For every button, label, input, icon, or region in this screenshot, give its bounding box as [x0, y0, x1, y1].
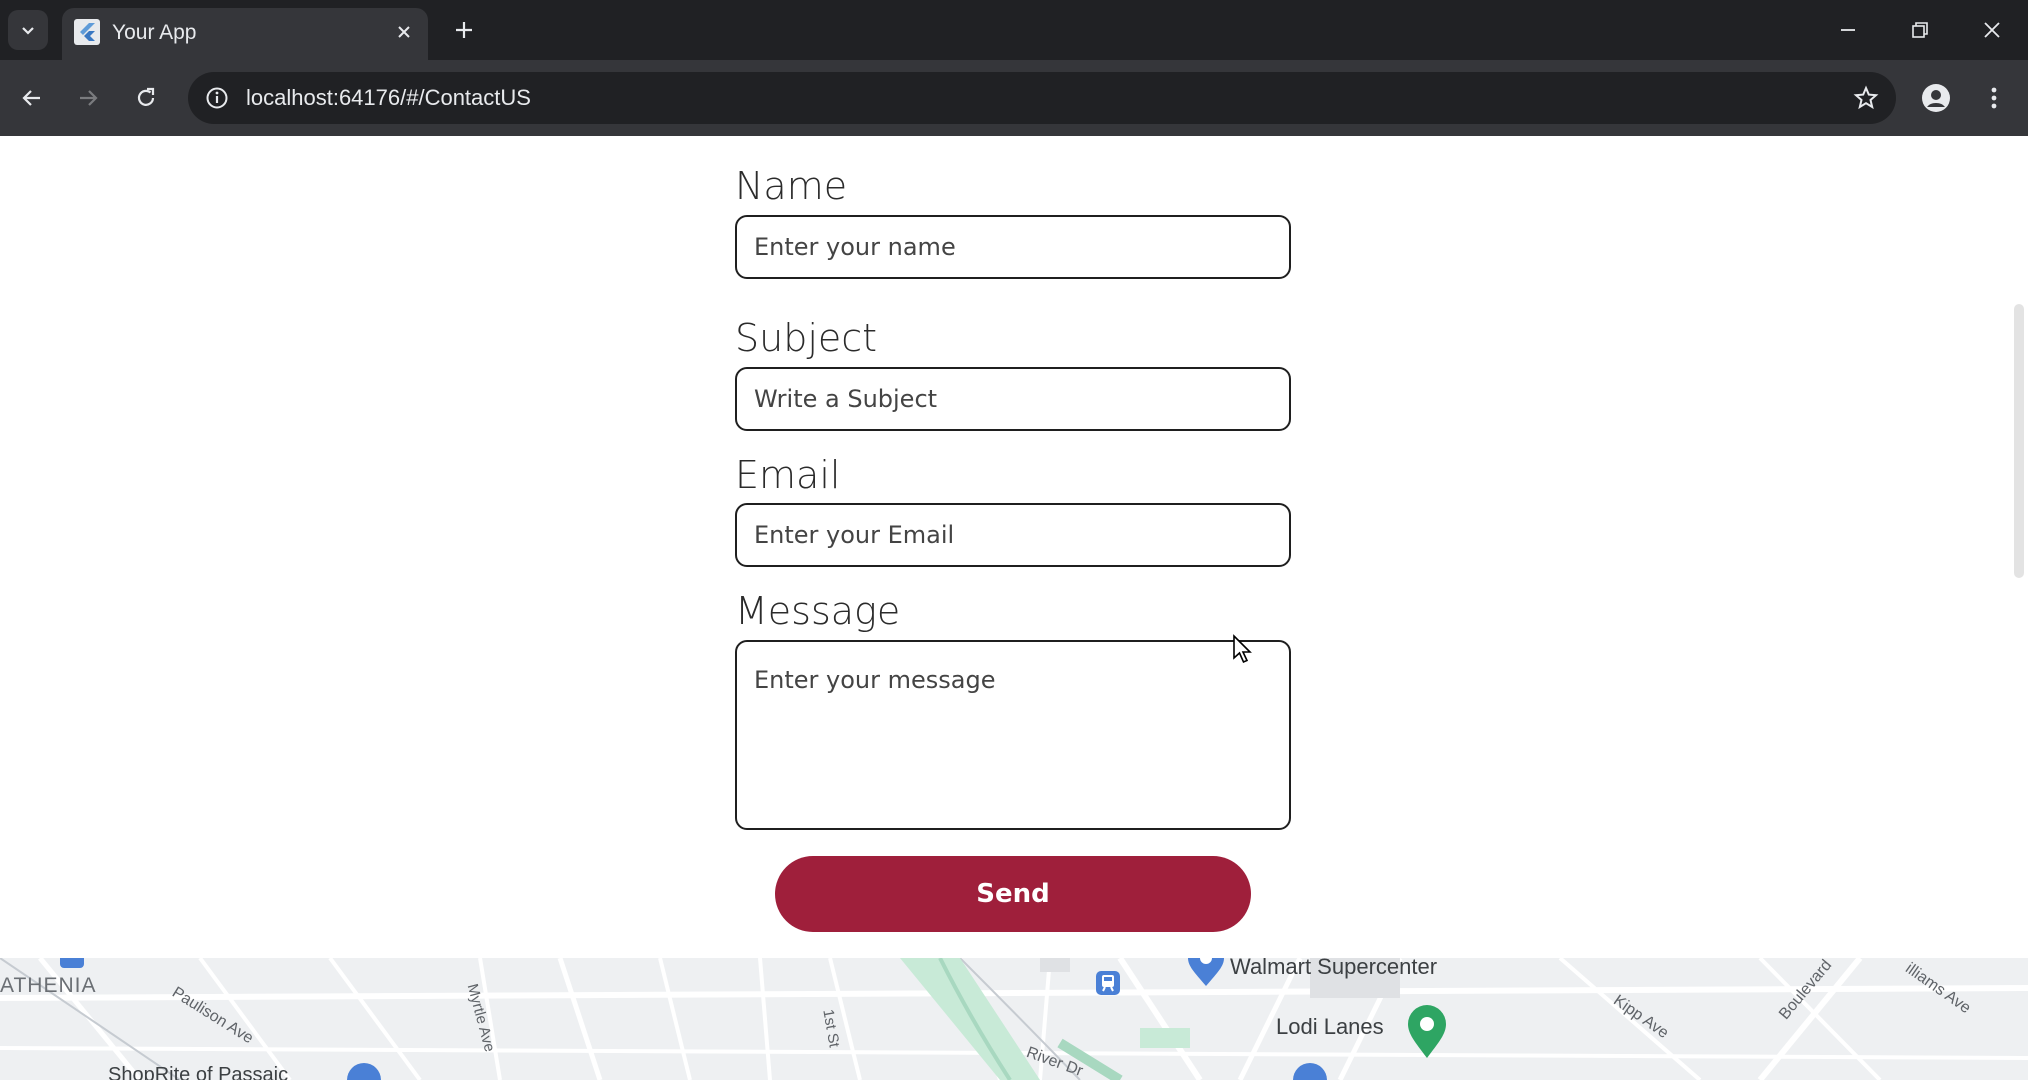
back-button[interactable] — [12, 78, 52, 118]
flutter-logo-icon — [74, 19, 100, 45]
close-icon — [398, 26, 410, 38]
browser-tab[interactable]: Your App — [62, 8, 428, 60]
tab-search-button[interactable] — [8, 10, 48, 50]
close-tab-button[interactable] — [390, 18, 418, 46]
transit-icon — [60, 958, 84, 968]
subject-input[interactable] — [735, 367, 1291, 431]
chevron-down-icon — [22, 27, 34, 35]
arrow-left-icon — [22, 90, 40, 106]
browser-tab-bar: Your App — [0, 0, 2028, 60]
reload-icon — [137, 87, 155, 106]
arrow-right-icon — [80, 90, 98, 106]
map-label-athenia: ATHENIA — [0, 974, 97, 997]
browser-toolbar: localhost:64176/#/ContactUS — [0, 60, 2028, 136]
browser-menu-button[interactable] — [1974, 78, 2014, 118]
email-input[interactable] — [735, 503, 1291, 567]
embedded-map[interactable]: ATHENIA Paulison Ave Myrtle Ave 1st St R… — [0, 958, 2028, 1080]
new-tab-button[interactable] — [444, 10, 484, 50]
name-label: Name — [735, 164, 848, 208]
profile-icon — [1922, 84, 1950, 112]
reload-button[interactable] — [126, 78, 166, 118]
map-label-walmart: Walmart Supercenter — [1230, 958, 1438, 979]
address-bar[interactable]: localhost:64176/#/ContactUS — [188, 72, 1896, 124]
page-scrollbar-thumb[interactable] — [2014, 304, 2024, 578]
plus-icon — [456, 22, 472, 38]
more-vertical-icon — [1991, 87, 1997, 109]
bookmark-star-icon[interactable] — [1850, 82, 1882, 114]
restore-button[interactable] — [1884, 0, 1956, 60]
site-info-icon[interactable] — [202, 83, 232, 113]
forward-button[interactable] — [68, 78, 108, 118]
close-icon — [1984, 22, 2000, 38]
name-input[interactable] — [735, 215, 1291, 279]
transit-icon — [1096, 971, 1120, 995]
email-label: Email — [735, 453, 841, 497]
subject-label: Subject — [735, 316, 878, 360]
map-label-lodi-lanes: Lodi Lanes — [1276, 1014, 1384, 1039]
url-text: localhost:64176/#/ContactUS — [246, 85, 531, 110]
minimize-button[interactable] — [1812, 0, 1884, 60]
shopping-pin-icon — [1293, 1063, 1327, 1080]
minimize-icon — [1841, 29, 1855, 31]
page-content: Name Subject Email Message Send — [0, 136, 2028, 1080]
message-label: Message — [735, 589, 901, 633]
send-button[interactable]: Send — [775, 856, 1251, 932]
mouse-cursor-icon — [1233, 634, 1252, 664]
restore-icon — [1912, 22, 1928, 38]
shopping-pin-icon — [347, 1063, 381, 1080]
location-pin-icon — [1408, 1005, 1446, 1058]
message-textarea[interactable] — [735, 640, 1291, 830]
tab-title: Your App — [112, 21, 197, 44]
map-label-shoprite: ShopRite of Passaic — [108, 1064, 289, 1080]
profile-button[interactable] — [1916, 78, 1956, 118]
shopping-pin-icon — [1188, 958, 1224, 986]
map-streets — [0, 958, 2028, 1080]
close-window-button[interactable] — [1956, 0, 2028, 60]
